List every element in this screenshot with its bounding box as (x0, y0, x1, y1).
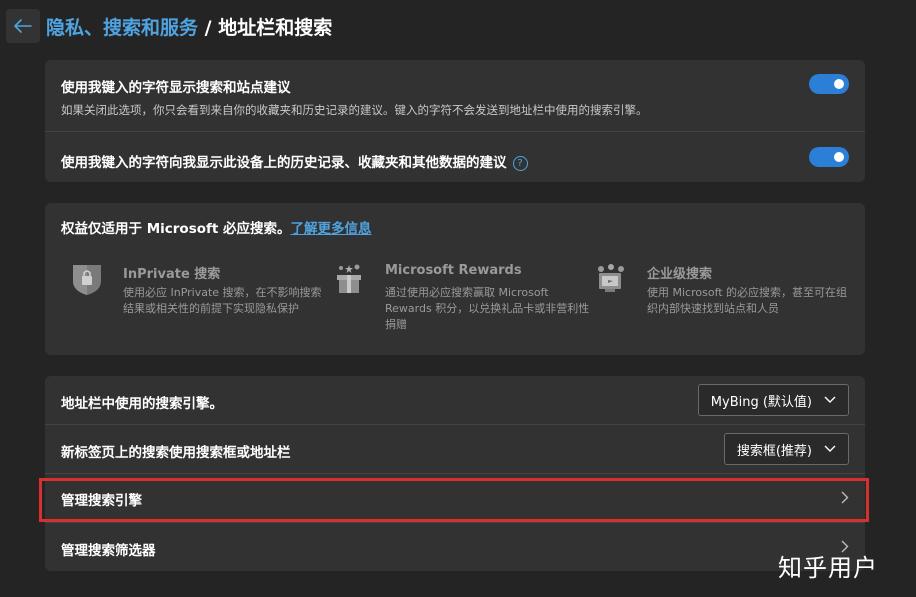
search-engine-label: 地址栏中使用的搜索引擎。 (61, 396, 223, 412)
feature-description: 使用必应 InPrivate 搜索，在不影响搜索结果或相关性的前提下实现隐私保护 (123, 286, 322, 315)
learn-more-link[interactable]: 了解更多信息 (291, 221, 372, 237)
new-tab-search-label: 新标签页上的搜索使用搜索框或地址栏 (61, 445, 291, 461)
breadcrumb-parent-link[interactable]: 隐私、搜索和服务 (46, 17, 198, 39)
show-suggestions-description: 如果关闭此选项，你只会看到来自你的收藏夹和历史记录的建议。键入的字符不会发送到地… (61, 103, 648, 117)
help-icon[interactable]: ? (512, 155, 528, 171)
feature-title: InPrivate 搜索 (123, 267, 221, 282)
search-engine-select[interactable]: MyBing (默认值) (697, 384, 849, 416)
chevron-down-icon (824, 445, 836, 453)
back-button[interactable] (6, 9, 40, 43)
new-tab-search-value: 搜索框(推荐) (736, 443, 812, 459)
show-suggestions-toggle[interactable] (809, 74, 849, 94)
page-title: 地址栏和搜索 (218, 16, 333, 39)
chevron-right-icon (841, 491, 849, 504)
manage-search-filters-label: 管理搜索筛选器 (61, 543, 156, 559)
feature-title: Microsoft Rewards (385, 263, 522, 278)
show-suggestions-title: 使用我键入的字符显示搜索和站点建议 (61, 80, 291, 96)
feature-description: 使用 Microsoft 的必应搜索，甚至可在组织内部快速找到站点和人员 (647, 286, 848, 315)
benefits-intro-text: 权益仅适用于 Microsoft 必应搜索。 (61, 221, 291, 237)
toggle-knob (834, 79, 844, 89)
breadcrumb-separator: / (198, 16, 219, 39)
page-header: 隐私、搜索和服务 / 地址栏和搜索 (6, 8, 332, 44)
manage-search-engines-label: 管理搜索引擎 (61, 493, 142, 509)
watermark: 知乎用户 (778, 554, 878, 582)
manage-search-filters-row[interactable]: 管理搜索筛选器 (45, 523, 865, 571)
feature-title: 企业级搜索 (647, 267, 713, 282)
local-suggestions-label: 使用我键入的字符向我显示此设备上的历史记录、收藏夹和其他数据的建议 (61, 155, 507, 171)
enterprise-search-icon (598, 264, 624, 292)
chevron-down-icon (824, 396, 836, 404)
local-suggestions-toggle[interactable] (809, 147, 849, 167)
divider (45, 131, 865, 132)
benefits-intro: 权益仅适用于 Microsoft 必应搜索。了解更多信息 (61, 217, 372, 237)
back-arrow-icon (14, 19, 32, 33)
new-tab-search-select[interactable]: 搜索框(推荐) (723, 433, 849, 465)
search-engine-value: MyBing (默认值) (710, 394, 812, 410)
search-settings-card: 地址栏中使用的搜索引擎。 MyBing (默认值) 新标签页上的搜索使用搜索框或… (45, 376, 865, 571)
manage-search-engines-row[interactable]: 管理搜索引擎 (45, 474, 865, 522)
rewards-gift-icon (337, 264, 361, 293)
breadcrumb: 隐私、搜索和服务 / 地址栏和搜索 (46, 13, 332, 40)
divider (45, 424, 865, 425)
bing-benefits-card: 权益仅适用于 Microsoft 必应搜索。了解更多信息 InPrivate 搜… (45, 203, 865, 355)
feature-description: 通过使用必应搜索赢取 Microsoft Rewards 积分，以兑换礼品卡或非… (385, 286, 590, 331)
toggle-knob (834, 152, 844, 162)
inprivate-shield-icon (73, 265, 101, 295)
local-suggestions-title: 使用我键入的字符向我显示此设备上的历史记录、收藏夹和其他数据的建议? (61, 151, 528, 171)
suggestions-card: 使用我键入的字符显示搜索和站点建议 如果关闭此选项，你只会看到来自你的收藏夹和历… (45, 60, 865, 182)
